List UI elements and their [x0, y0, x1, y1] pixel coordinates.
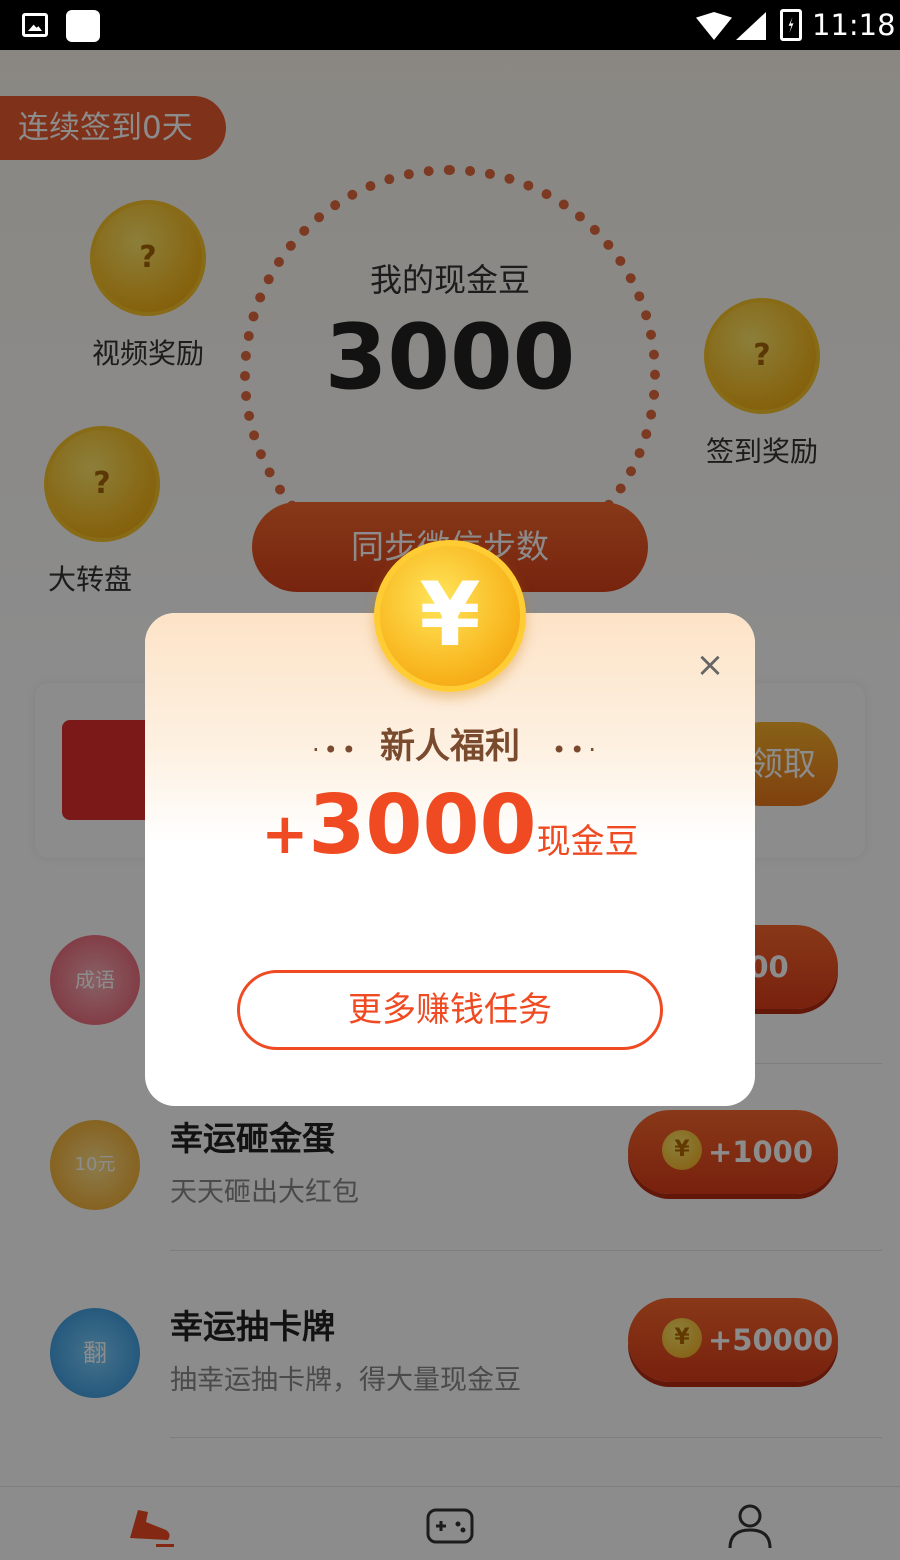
gallery-notification-icon	[22, 13, 48, 37]
more-tasks-button[interactable]: 更多赚钱任务	[237, 970, 663, 1050]
dots-right-icon: ••·	[552, 736, 600, 764]
amount-unit: 现金豆	[536, 822, 639, 862]
battery-charging-icon	[780, 9, 802, 41]
status-time: 11:18	[812, 8, 896, 42]
amount-plus: +	[261, 802, 309, 867]
app-notification-icon	[66, 10, 100, 42]
yuan-coin-icon: ¥	[374, 540, 526, 692]
amount-value: 3000	[308, 778, 537, 873]
bonus-amount: +3000现金豆	[145, 778, 755, 873]
close-button[interactable]: ×	[690, 645, 730, 685]
